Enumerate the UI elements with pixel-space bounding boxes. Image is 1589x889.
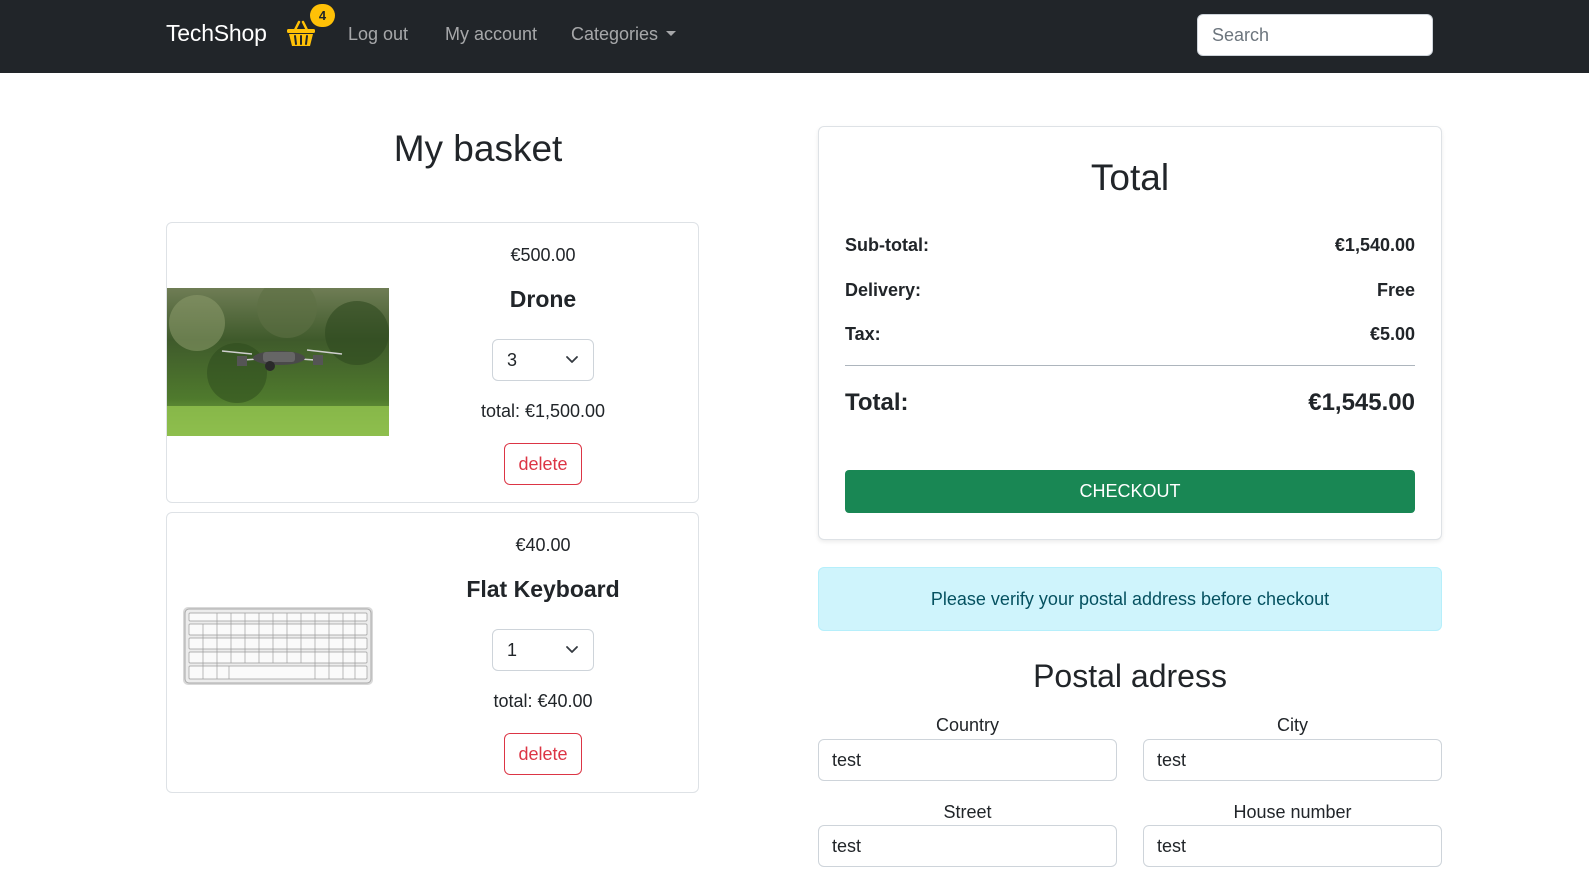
search-input[interactable] [1197,14,1433,56]
subtotal-value: €1,540.00 [1334,235,1415,255]
chevron-down-icon [566,356,578,363]
keyboard-image [167,593,389,693]
line-total: total: €40.00 [493,691,593,711]
unit-price: €500.00 [510,245,576,265]
basket-item-keyboard: €40.00 Flat Keyboard 1 total: €40.00 del… [166,512,699,793]
unit-price: €40.00 [515,535,571,555]
tax-value: €5.00 [1369,324,1415,344]
drone-image [167,278,389,436]
logout-link[interactable]: Log out [348,24,408,45]
street-label: Street [943,802,992,822]
my-account-link[interactable]: My account [445,24,537,45]
basket-count-badge: 4 [310,4,335,27]
subtotal-label: Sub-total: [845,235,929,255]
caret-down-icon [666,31,677,36]
city-field[interactable] [1143,739,1442,781]
page-title: My basket [393,128,563,169]
house-number-field[interactable] [1143,825,1442,867]
country-field[interactable] [818,739,1117,781]
basket-item-drone: €500.00 Drone 3 total: €1,500.00 delete [166,222,699,503]
keyboard-info: €40.00 Flat Keyboard 1 total: €40.00 del… [443,513,643,792]
summary-title: Total [1090,157,1170,198]
drone-info: €500.00 Drone 3 total: €1,500.00 delete [443,223,643,502]
quantity-select[interactable]: 1 [492,629,594,671]
delivery-label: Delivery: [845,280,922,300]
delete-button[interactable]: delete [504,733,582,775]
navbar: TechShop 4 Log out My account Categories [0,0,1589,73]
checkout-button[interactable]: CHECKOUT [845,470,1415,513]
quantity-select[interactable]: 3 [492,339,594,381]
delete-button[interactable]: delete [504,443,582,485]
delivery-value: Free [1376,280,1415,300]
grand-total-label: Total: [845,389,909,416]
postal-address-title: Postal adress [1033,658,1227,694]
country-label: Country [935,715,1000,735]
street-field[interactable] [818,825,1117,867]
product-name: Flat Keyboard [466,576,620,602]
city-label: City [1277,715,1308,735]
product-name: Drone [509,286,577,312]
house-number-label: House number [1233,802,1352,822]
brand-logo[interactable]: TechShop [166,20,267,47]
tax-label: Tax: [845,324,881,344]
grand-total-value: €1,545.00 [1308,389,1415,416]
address-alert: Please verify your postal address before… [818,567,1442,631]
categories-dropdown[interactable]: Categories [571,24,677,45]
divider [845,365,1415,366]
categories-label: Categories [571,24,659,44]
quantity-value: 3 [507,350,518,370]
chevron-down-icon [566,646,578,653]
quantity-value: 1 [507,640,518,660]
line-total: total: €1,500.00 [480,401,606,421]
order-summary-card: Total Sub-total: €1,540.00 Delivery: Fre… [818,126,1442,540]
